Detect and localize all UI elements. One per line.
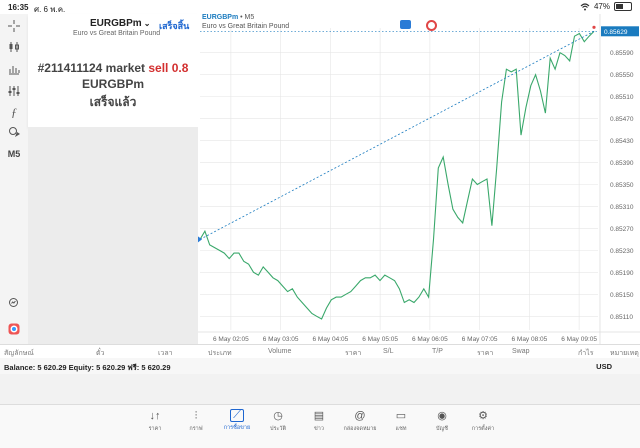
chart-description: Euro vs Great Britain Pound (202, 23, 290, 30)
y-tick-label: 0.85550 (610, 72, 634, 79)
tab-item[interactable]: ◷ ประวัติ (260, 409, 296, 433)
tab-label: ราคา (148, 426, 162, 432)
tab-label: การซื้อขาย (223, 425, 251, 431)
one-click-trade-icon[interactable] (400, 20, 411, 29)
function-icon[interactable]: ƒ (4, 103, 24, 121)
chart-timeframe: • M5 (240, 14, 255, 21)
battery-percent: 47% (593, 2, 610, 11)
column-header[interactable]: T/P (432, 348, 443, 355)
tab-item[interactable]: ⫶ กราฟ (178, 409, 214, 433)
x-tick-label: 6 May 09:05 (561, 336, 597, 343)
crosshair-icon[interactable] (4, 17, 24, 35)
done-button[interactable]: เสร็จสิ้น (159, 19, 189, 33)
order-result-symbol: EURGBPm (81, 77, 144, 91)
tab-label: กราฟ (189, 426, 203, 432)
order-panel: EURGBPm ⌄ Euro vs Great Britain Pound เสร… (28, 14, 199, 344)
y-tick-label: 0.85510 (610, 94, 634, 101)
tab-icon: ↓↑ (149, 410, 161, 422)
wifi-icon (580, 2, 590, 10)
tab-item[interactable]: ⟋ การซื้อขาย (219, 409, 255, 432)
balance-row: Balance: 5 620.29 Equity: 5 620.29 ฟรี: … (0, 358, 640, 375)
x-tick-label: 6 May 07:05 (462, 336, 498, 343)
order-symbol-text: EURGBPm (90, 18, 142, 29)
y-tick-label: 0.85350 (610, 182, 634, 189)
x-tick-label: 6 May 04:05 (312, 336, 348, 343)
order-result-card: EURGBPm ⌄ Euro vs Great Britain Pound เสร… (28, 14, 198, 127)
tab-label: แชท (395, 426, 407, 432)
trade-toggle-icon[interactable] (4, 320, 24, 338)
bottom-tab-bar: ↓↑ ราคา ⫶ กราฟ ⟋ การซื้อขาย ◷ ประวัติ ▤ ข่าว @ กล่อ… (0, 404, 640, 448)
objects-icon[interactable] (4, 123, 24, 141)
price-chart[interactable]: 0.85590 0.85550 0.85510 0.85470 0.85430 0.853… (198, 14, 640, 344)
y-tick-label: 0.85230 (610, 248, 634, 255)
tab-label: ประวัติ (269, 426, 287, 432)
tab-item[interactable]: ▤ ข่าว (301, 409, 337, 433)
order-number: #211411124 market (37, 61, 149, 75)
tab-icon: ◷ (273, 410, 283, 422)
status-right: 47% (580, 2, 632, 11)
y-tick-label: 0.85590 (610, 50, 634, 57)
order-symbol-description: Euro vs Great Britain Pound (73, 30, 161, 37)
tab-icon: ▭ (395, 410, 407, 422)
y-tick-label: 0.85470 (610, 116, 634, 123)
y-tick-label: 0.85270 (610, 226, 634, 233)
bar-chart-icon[interactable] (4, 60, 24, 78)
tab-label: ข่าว (314, 426, 324, 432)
balance-text: Balance: 5 620.29 Equity: 5 620.29 ฟรี: … (4, 363, 171, 372)
candlestick-icon[interactable] (4, 38, 24, 56)
tab-item[interactable]: ◉ บัญชี (424, 409, 460, 433)
indicators-icon[interactable] (4, 82, 24, 100)
x-tick-label: 6 May 02:05 (213, 336, 249, 343)
tab-icon: ⟋ (230, 409, 244, 422)
y-tick-label: 0.85190 (610, 270, 634, 277)
y-tick-label: 0.85310 (610, 204, 634, 211)
chart-toolbar: ƒ M5 (0, 14, 29, 344)
positions-list (0, 374, 640, 404)
tab-icon: ⚙ (478, 410, 488, 422)
sell-marker (592, 25, 596, 29)
status-time: 16:35 (8, 3, 29, 12)
tab-item[interactable]: @ กล่องจดหมาย (342, 409, 378, 433)
tab-icon: ▤ (313, 410, 325, 422)
tab-icon: ⫶ (194, 410, 198, 422)
tab-label: กล่องจดหมาย (343, 426, 377, 432)
column-header[interactable]: Volume (268, 348, 291, 355)
order-panel-empty (28, 127, 198, 344)
tab-icon: ◉ (437, 410, 447, 422)
tab-label: บัญชี (436, 426, 448, 432)
chart-header: EURGBPm • M5 Euro vs Great Britain Pound (202, 14, 289, 30)
tab-item[interactable]: ↓↑ ราคา (137, 409, 173, 433)
order-result-status: เสร็จแล้ว (89, 95, 137, 109)
trade-line (199, 30, 595, 240)
tab-item[interactable]: ⚙ การตั้งค่า (465, 409, 501, 433)
chart-canvas[interactable]: 0.85590 0.85550 0.85510 0.85470 0.85430 0.853… (198, 14, 640, 344)
y-tick-label: 0.85390 (610, 160, 634, 167)
trade-level-icon[interactable] (426, 20, 437, 31)
tab-label: การตั้งค่า (471, 426, 495, 432)
current-price-label: 0.85629 (604, 29, 628, 36)
x-tick-label: 6 May 06:05 (412, 336, 448, 343)
y-tick-label: 0.85110 (610, 314, 633, 321)
y-tick-label: 0.85430 (610, 138, 634, 145)
x-tick-label: 6 May 05:05 (362, 336, 398, 343)
timeframe-button[interactable]: M5 (4, 145, 24, 163)
zoom-icon[interactable] (4, 294, 24, 312)
order-result-line1: #211411124 market sell 0.8 (28, 61, 198, 75)
battery-icon (614, 2, 632, 11)
x-tick-label: 6 May 03:05 (263, 336, 299, 343)
order-action: sell 0.8 (148, 61, 189, 75)
y-tick-label: 0.85150 (610, 292, 634, 299)
status-bar: 16:35 ศ. 6 พ.ค. 47% (0, 0, 640, 14)
balance-currency: USD (596, 362, 612, 371)
tab-icon: @ (354, 410, 366, 422)
column-header[interactable]: Swap (512, 348, 530, 355)
chevron-down-icon: ⌄ (143, 19, 151, 28)
tab-item[interactable]: ▭ แชท (383, 409, 419, 433)
x-tick-label: 6 May 08:05 (511, 336, 547, 343)
column-header[interactable]: S/L (383, 348, 394, 355)
order-symbol[interactable]: EURGBPm ⌄ (90, 18, 150, 29)
chart-symbol: EURGBPm (202, 14, 239, 21)
